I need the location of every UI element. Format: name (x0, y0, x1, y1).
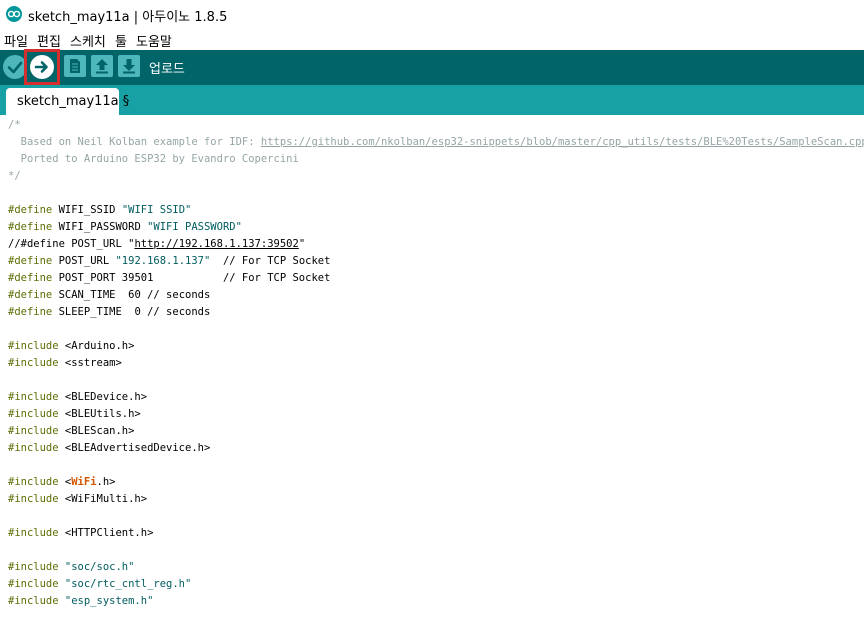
code-editor[interactable]: /* Based on Neil Kolban example for IDF:… (0, 115, 864, 629)
title-bar: sketch_may11a | 아두이노 1.8.5 (0, 0, 864, 30)
code-line: #define WIFI_PASSWORD "WIFI PASSWORD" (8, 221, 242, 233)
new-icon (70, 59, 80, 73)
toolbar: 업로드 (0, 50, 864, 85)
menu-bar: 파일 편집 스케치 툴 도움말 (0, 30, 864, 50)
tab-sketch[interactable]: sketch_may11a § (6, 88, 129, 115)
code-line: #include "esp_system.h" (8, 595, 154, 607)
code-line: Ported to Arduino ESP32 by Evandro Coper… (8, 153, 299, 165)
code-line: #define WIFI_SSID "WIFI SSID" (8, 204, 192, 216)
code-line: //#define POST_URL "http://192.168.1.137… (8, 238, 306, 250)
save-icon (123, 59, 135, 74)
menu-file[interactable]: 파일 (4, 31, 28, 50)
open-icon (96, 59, 108, 74)
upload-button-highlight (24, 49, 60, 85)
tab-label: sketch_may11a § (17, 94, 130, 109)
code-line: #define SLEEP_TIME 0 // seconds (8, 306, 211, 318)
arduino-logo-icon (6, 6, 22, 22)
comment-link[interactable]: http://192.168.1.137:39502 (134, 238, 298, 250)
code-line: #include <BLEDevice.h> (8, 391, 148, 403)
menu-help[interactable]: 도움말 (136, 31, 172, 50)
code-line: #define POST_URL "192.168.1.137" // For … (8, 255, 331, 267)
code-line: #include <sstream> (8, 357, 122, 369)
window-title: sketch_may11a | 아두이노 1.8.5 (28, 10, 228, 25)
tab-bar: sketch_may11a § (0, 85, 864, 115)
comment-link[interactable]: https://github.com/nkolban/esp32-snippet… (261, 136, 864, 148)
code-line: Based on Neil Kolban example for IDF: ht… (8, 134, 864, 151)
code-line: #include <BLEUtils.h> (8, 408, 141, 420)
menu-sketch[interactable]: 스케치 (70, 31, 106, 50)
code-line: #include "soc/soc.h" (8, 561, 135, 573)
code-line: #include <WiFi.h> (8, 476, 116, 488)
code-line: #include <WiFiMulti.h> (8, 493, 148, 505)
save-button[interactable] (118, 55, 140, 77)
code-line: #include <BLEScan.h> (8, 425, 135, 437)
menu-edit[interactable]: 편집 (37, 31, 61, 50)
new-button[interactable] (64, 55, 86, 77)
code-line: #include <HTTPClient.h> (8, 527, 154, 539)
toolbar-hover-label: 업로드 (149, 62, 185, 77)
open-button[interactable] (91, 55, 113, 77)
menu-tools[interactable]: 툴 (115, 31, 127, 50)
code-line: #include "soc/rtc_cntl_reg.h" (8, 578, 192, 590)
code-line: #define SCAN_TIME 60 // seconds (8, 289, 211, 301)
code-line: #include <BLEAdvertisedDevice.h> (8, 442, 211, 454)
code-line: /* (8, 119, 21, 131)
code-line: #include <Arduino.h> (8, 340, 135, 352)
code-line: */ (8, 170, 21, 182)
code-line: #define POST_PORT 39501 // For TCP Socke… (8, 272, 331, 284)
